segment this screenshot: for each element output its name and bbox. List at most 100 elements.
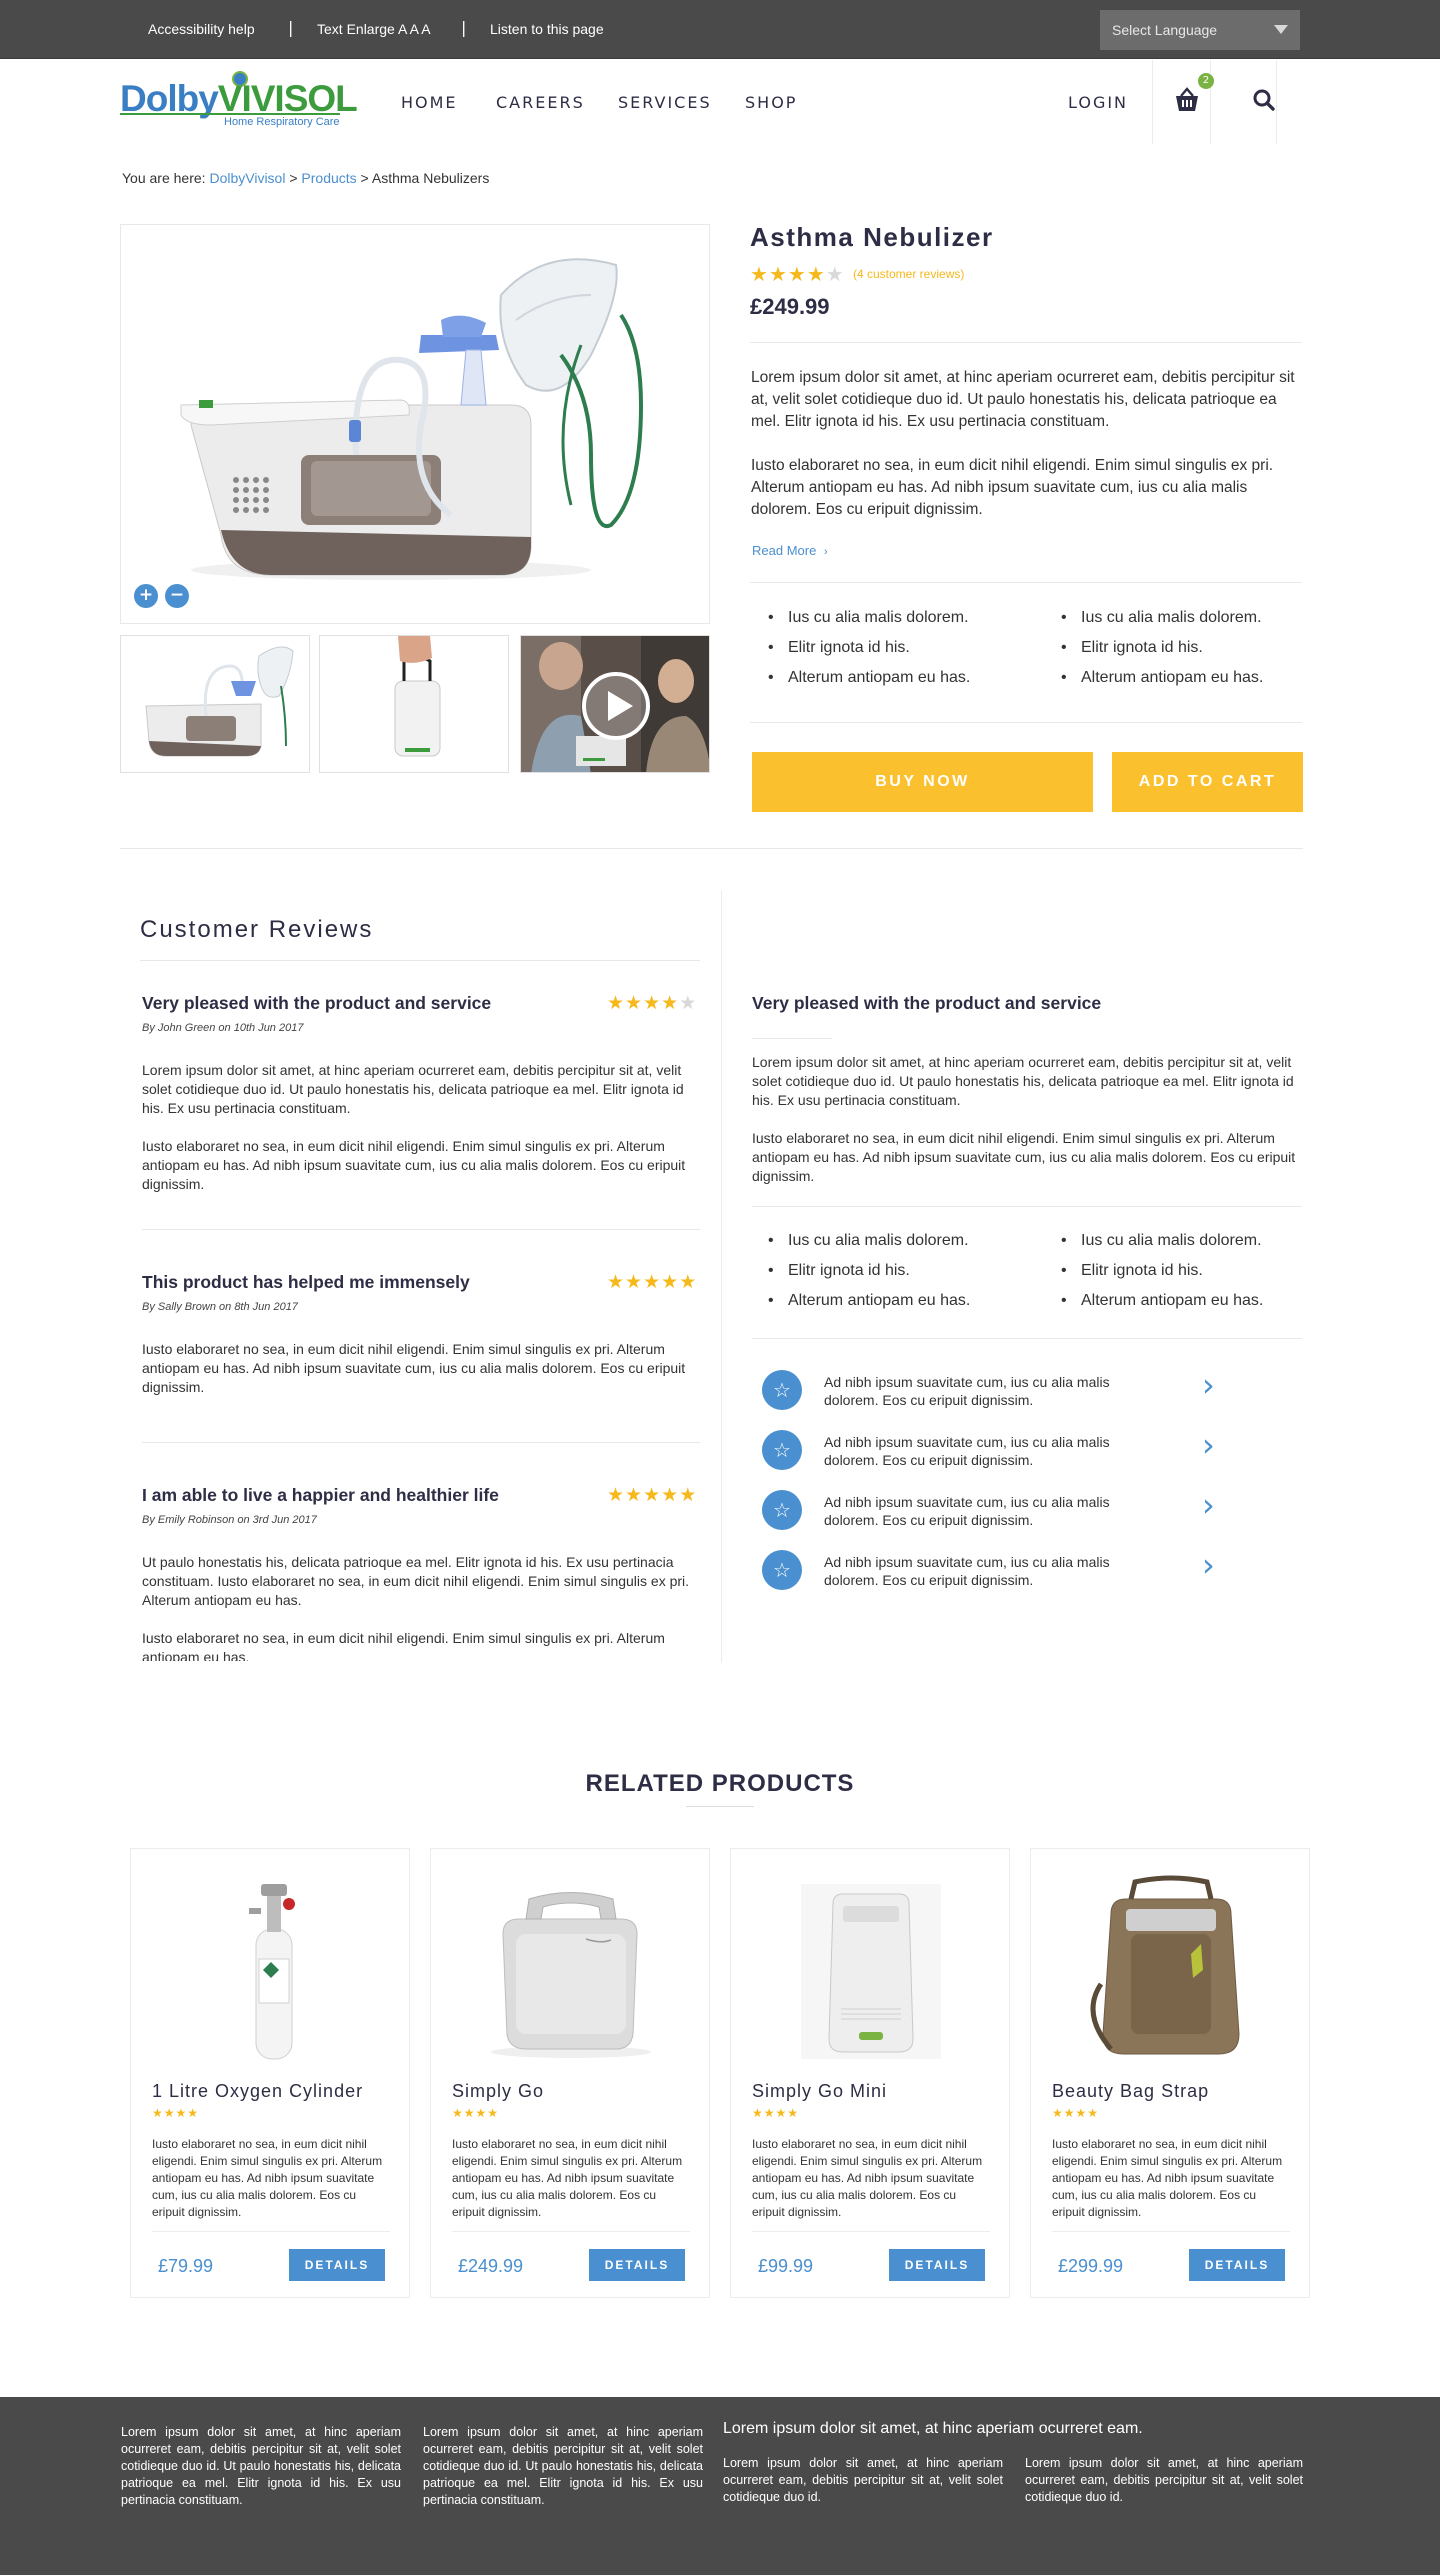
star-icon: ★ xyxy=(607,992,626,1014)
product-card-name[interactable]: 1 Litre Oxygen Cylinder xyxy=(152,2081,363,2102)
review-text: Ut paulo honestatis his, delicata patrio… xyxy=(142,1554,690,1608)
product-main-image[interactable] xyxy=(120,224,710,624)
utility-separator: | xyxy=(288,18,294,37)
language-select[interactable]: Select Language xyxy=(1100,10,1300,50)
star-icon: ★ xyxy=(661,1271,680,1293)
nav-login[interactable]: LOGIN xyxy=(1068,93,1128,112)
feature-text: Ad nibh ipsum suavitate cum, ius cu alia… xyxy=(824,1434,1110,1468)
breadcrumb-current: Asthma Nebulizers xyxy=(371,170,490,186)
feature-row[interactable]: ☆ Ad nibh ipsum suavitate cum, ius cu al… xyxy=(762,1486,1222,1534)
accessibility-help-link[interactable]: Accessibility help xyxy=(148,21,255,37)
details-button[interactable]: DETAILS xyxy=(589,2249,685,2281)
star-icon: ★ xyxy=(625,992,644,1014)
feature-text: Ad nibh ipsum suavitate cum, ius cu alia… xyxy=(824,1374,1110,1408)
zoom-out-icon[interactable]: − xyxy=(165,584,189,608)
chevron-right-icon[interactable]: › xyxy=(1202,1486,1215,1524)
divider xyxy=(140,960,700,961)
feature-row[interactable]: ☆ Ad nibh ipsum suavitate cum, ius cu al… xyxy=(762,1426,1222,1474)
divider xyxy=(452,2231,690,2232)
buy-now-button[interactable]: BUY NOW xyxy=(752,752,1093,812)
feature-bullet: Alterum antiopam eu has. xyxy=(1055,669,1315,699)
star-icon: ★ xyxy=(661,992,680,1014)
chevron-right-icon[interactable]: › xyxy=(1202,1546,1215,1584)
star-icon: ★ xyxy=(175,2106,188,2120)
nav-services[interactable]: SERVICES xyxy=(618,93,712,112)
star-icon: ★ xyxy=(607,1484,626,1506)
nav-careers[interactable]: CAREERS xyxy=(496,93,585,112)
feature-bullet: Elitr ignota id his. xyxy=(1055,639,1315,669)
product-features-right: Ius cu alia malis dolorem. Elitr ignota … xyxy=(1055,609,1315,699)
related-products-heading: RELATED PRODUCTS xyxy=(585,1770,855,1797)
star-icon: ★ xyxy=(625,1484,644,1506)
heading-underline xyxy=(686,1806,754,1807)
footer-heading: Lorem ipsum dolor sit amet, at hinc aper… xyxy=(723,2420,1143,2437)
product-card[interactable]: Simply Go ★★★★ Iusto elaboraret no sea, … xyxy=(430,1848,710,2298)
read-more-link[interactable]: Read More › xyxy=(752,543,828,558)
feature-row[interactable]: ☆ Ad nibh ipsum suavitate cum, ius cu al… xyxy=(762,1366,1222,1414)
star-icon: ☆ xyxy=(762,1370,802,1410)
details-button[interactable]: DETAILS xyxy=(289,2249,385,2281)
header-divider xyxy=(1276,60,1277,144)
details-button[interactable]: DETAILS xyxy=(1189,2249,1285,2281)
product-card-name[interactable]: Simply Go xyxy=(452,2081,544,2102)
search-icon[interactable] xyxy=(1252,88,1276,112)
product-card-price: £79.99 xyxy=(158,2256,214,2276)
star-icon: ★ xyxy=(806,262,826,286)
product-card[interactable]: 1 Litre Oxygen Cylinder ★★★★ Iusto elabo… xyxy=(130,1848,410,2298)
product-card[interactable]: Simply Go Mini ★★★★ Iusto elaboraret no … xyxy=(730,1848,1010,2298)
review-rating-stars: ★★★★★ xyxy=(607,1484,697,1506)
listen-page-link[interactable]: Listen to this page xyxy=(490,21,604,37)
star-icon: ★ xyxy=(187,2106,200,2120)
star-icon: ★ xyxy=(452,2106,464,2120)
star-icon: ★ xyxy=(679,1484,698,1506)
feature-row[interactable]: ☆ Ad nibh ipsum suavitate cum, ius cu al… xyxy=(762,1546,1222,1594)
product-card-description: Iusto elaboraret no sea, in eum dicit ni… xyxy=(152,2137,383,2219)
star-icon: ★ xyxy=(1087,2106,1100,2120)
chevron-right-icon[interactable]: › xyxy=(1202,1366,1215,1404)
star-icon: ★ xyxy=(163,2106,176,2120)
feature-bullet: Elitr ignota id his. xyxy=(762,639,1022,669)
play-icon[interactable] xyxy=(581,671,651,741)
text-enlarge-link[interactable]: Text Enlarge A A A xyxy=(317,21,431,37)
feature-bullet: Ius cu alia malis dolorem. xyxy=(1055,1232,1315,1262)
product-card-rating: ★★★★ xyxy=(152,2106,199,2120)
feature-bullet: Alterum antiopam eu has. xyxy=(762,1292,1022,1322)
divider xyxy=(752,1338,1302,1339)
customer-reviews-link[interactable]: (4 customer reviews) xyxy=(853,267,964,281)
divider xyxy=(1052,2231,1290,2232)
feature-bullet: Elitr ignota id his. xyxy=(1055,1262,1315,1292)
breadcrumb-home-link[interactable]: DolbyVivisol xyxy=(209,170,285,186)
breadcrumb: You are here: DolbyVivisol > Products > … xyxy=(122,170,489,186)
star-icon: ★ xyxy=(475,2106,488,2120)
star-icon: ★ xyxy=(625,1271,644,1293)
chevron-right-icon[interactable]: › xyxy=(1202,1426,1215,1464)
star-icon: ☆ xyxy=(762,1490,802,1530)
details-button[interactable]: DETAILS xyxy=(889,2249,985,2281)
add-to-cart-button[interactable]: ADD TO CART xyxy=(1112,752,1303,812)
star-icon: ★ xyxy=(825,262,845,286)
zoom-in-icon[interactable]: + xyxy=(134,584,158,608)
breadcrumb-products-link[interactable]: Products xyxy=(301,170,356,186)
star-icon: ★ xyxy=(679,992,698,1014)
product-rating-stars: ★★★★★ xyxy=(750,262,845,286)
section-divider xyxy=(120,848,1303,849)
star-icon: ★ xyxy=(463,2106,476,2120)
product-card-description: Iusto elaboraret no sea, in eum dicit ni… xyxy=(1052,2137,1283,2219)
product-card-name[interactable]: Simply Go Mini xyxy=(752,2081,887,2102)
product-card[interactable]: Beauty Bag Strap ★★★★ Iusto elaboraret n… xyxy=(1030,1848,1310,2298)
footer-text: Lorem ipsum dolor sit amet, at hinc aper… xyxy=(1025,2456,1303,2504)
product-description-2: Iusto elaboraret no sea, in eum dicit ni… xyxy=(751,457,1274,518)
cart-icon[interactable] xyxy=(1172,87,1202,113)
logo-underline xyxy=(120,113,340,115)
nav-home[interactable]: HOME xyxy=(401,93,458,112)
thumbnail-nebulizer[interactable] xyxy=(120,635,310,773)
thumbnail-video[interactable] xyxy=(520,635,710,773)
star-icon: ☆ xyxy=(762,1550,802,1590)
nav-shop[interactable]: SHOP xyxy=(745,93,797,112)
product-card-name[interactable]: Beauty Bag Strap xyxy=(1052,2081,1209,2102)
read-more-label: Read More xyxy=(752,543,817,558)
thumbnail-portable-unit[interactable] xyxy=(319,635,509,773)
feature-bullet: Ius cu alia malis dolorem. xyxy=(762,1232,1022,1262)
star-icon: ★ xyxy=(768,262,788,286)
review-text: Iusto elaboraret no sea, in eum dicit ni… xyxy=(142,1138,686,1192)
